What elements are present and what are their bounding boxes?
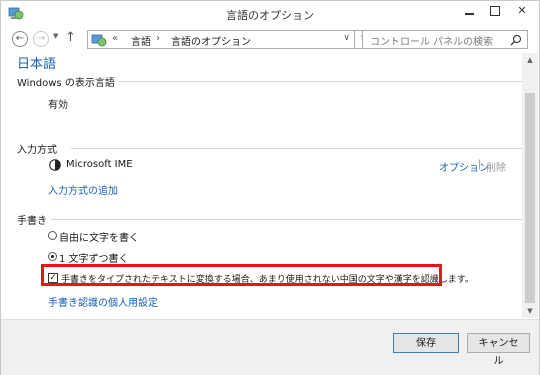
address-bar[interactable]: « 言語 › 言語のオプション ∨ <box>87 30 355 49</box>
divider <box>119 81 537 82</box>
navigation-bar: ← → ▼ ↑ « 言語 › 言語のオプション ∨ ↻ コントロール パネルの検… <box>1 29 539 51</box>
personalize-handwriting-link[interactable]: 手書き認識の個人用設定 <box>48 294 158 309</box>
breadcrumb-overflow[interactable]: « <box>112 33 118 44</box>
back-button[interactable]: ← <box>12 31 28 47</box>
radio-single-character[interactable] <box>48 252 57 261</box>
minimize-button[interactable] <box>456 1 483 21</box>
vertical-scrollbar[interactable]: ▲ ▼ <box>522 53 538 318</box>
language-heading: 日本語 <box>17 57 57 72</box>
display-language-title: Windows の表示言語 <box>17 78 115 89</box>
language-options-window: 言語のオプション ✕ ← → ▼ ↑ « 言語 › 言語のオプション ∨ ↻ コ… <box>0 0 540 375</box>
scroll-thumb[interactable] <box>525 93 535 303</box>
handwriting-title: 手書き <box>17 216 47 227</box>
search-input[interactable]: コントロール パネルの検索 <box>370 33 493 48</box>
options-separator: | <box>478 159 482 170</box>
display-language-status: 有効 <box>48 100 68 111</box>
scroll-up-icon[interactable]: ▲ <box>522 53 538 67</box>
maximize-button[interactable] <box>481 1 508 21</box>
dialog-footer: 保存 キャンセル <box>1 319 539 375</box>
breadcrumb-separator[interactable]: › <box>156 33 160 44</box>
breadcrumb-language-options[interactable]: 言語のオプション <box>171 33 251 48</box>
radio-freeform[interactable] <box>48 231 57 240</box>
close-button[interactable]: ✕ <box>506 1 538 21</box>
cancel-button[interactable]: キャンセル <box>467 333 530 367</box>
ime-name: Microsoft IME <box>66 159 133 170</box>
save-button[interactable]: 保存 <box>393 333 459 353</box>
input-methods-title: 入力方式 <box>17 145 57 156</box>
search-box[interactable]: コントロール パネルの検索 <box>362 30 528 49</box>
divider <box>71 148 537 149</box>
scroll-down-icon[interactable]: ▼ <box>522 304 538 318</box>
divider <box>51 219 537 220</box>
add-input-method-link[interactable]: 入力方式の追加 <box>48 182 118 197</box>
minimize-icon <box>465 13 474 15</box>
forward-button[interactable]: → <box>33 31 49 47</box>
breadcrumb-language[interactable]: 言語 <box>131 33 151 48</box>
control-panel-icon <box>91 34 107 47</box>
up-button[interactable]: ↑ <box>65 30 76 45</box>
ime-icon <box>49 159 61 171</box>
delete-link[interactable]: 削除 <box>486 159 506 174</box>
radio-single-character-label[interactable]: 1 文字ずつ書く <box>59 250 129 265</box>
highlight-annotation <box>41 264 442 286</box>
search-icon[interactable] <box>510 34 522 46</box>
radio-freeform-label[interactable]: 自由に文字を書く <box>59 229 139 244</box>
recent-locations-dropdown[interactable]: ▼ <box>53 32 58 40</box>
title-bar: 言語のオプション ✕ <box>1 1 539 27</box>
ime-options-link[interactable]: オプション <box>439 159 489 174</box>
maximize-icon <box>489 6 500 16</box>
address-dropdown-icon[interactable]: ∨ <box>343 33 350 43</box>
